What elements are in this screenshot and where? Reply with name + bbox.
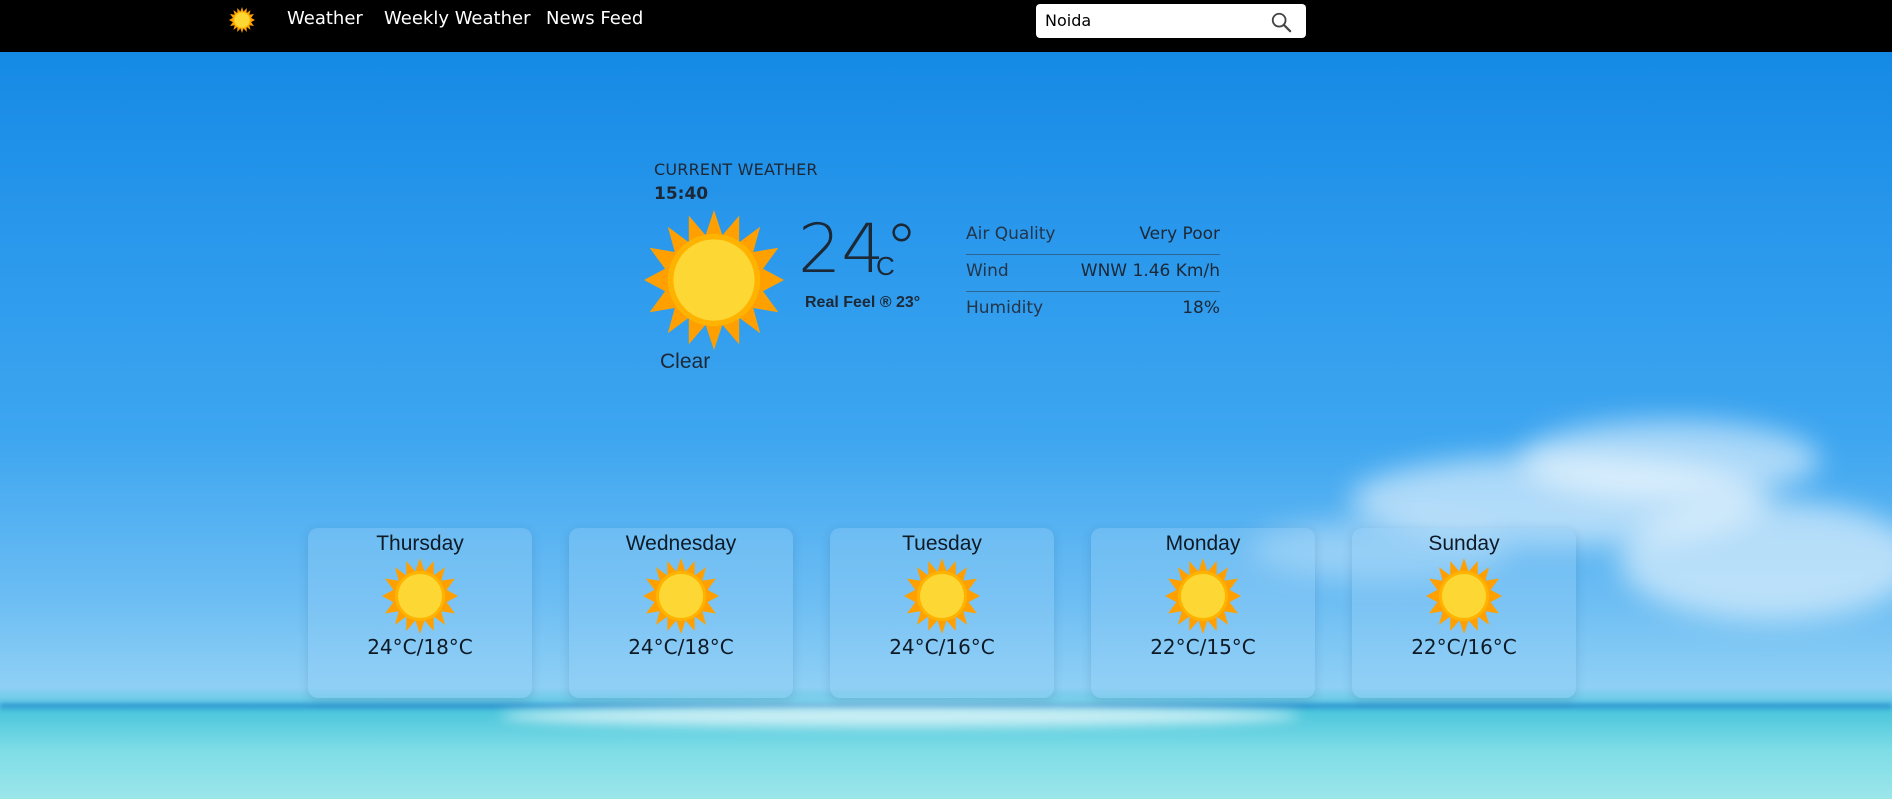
cloud — [1520, 420, 1820, 500]
forecast-day: Thursday — [376, 532, 464, 555]
forecast-card-tuesday[interactable]: Tuesday 24°C/16°C — [830, 528, 1054, 698]
forecast-day: Tuesday — [902, 532, 982, 555]
real-feel: Real Feel ® 23° — [805, 294, 921, 311]
current-time: 15:40 — [654, 184, 709, 204]
sun-logo-icon[interactable] — [229, 7, 255, 33]
city-search-input[interactable] — [1045, 9, 1265, 31]
forecast-temp-range: 24°C/16°C — [889, 635, 995, 659]
nav-news-feed-link[interactable]: News Feed — [546, 8, 643, 29]
current-temperature: 24° — [798, 210, 919, 289]
detail-value: WNW 1.46 Km/h — [1080, 261, 1220, 281]
sun-icon — [382, 558, 458, 634]
detail-row-air-quality: Air Quality Very Poor — [966, 218, 1220, 255]
detail-row-wind: Wind WNW 1.46 Km/h — [966, 255, 1220, 292]
weather-condition: Clear — [660, 350, 711, 373]
forecast-card-wednesday[interactable]: Wednesday 24°C/18°C — [569, 528, 793, 698]
forecast-day: Sunday — [1428, 532, 1500, 555]
sun-icon — [643, 558, 719, 634]
detail-label: Wind — [966, 261, 1009, 281]
sun-icon — [1426, 558, 1502, 634]
detail-value: Very Poor — [1139, 224, 1220, 244]
search-icon[interactable] — [1270, 11, 1292, 33]
top-navbar: Weather Weekly Weather News Feed — [0, 0, 1892, 52]
sun-icon — [1165, 558, 1241, 634]
forecast-temp-range: 22°C/16°C — [1411, 635, 1517, 659]
search-box — [1036, 4, 1306, 38]
forecast-temp-range: 22°C/15°C — [1150, 635, 1256, 659]
temperature-unit: C — [876, 251, 895, 281]
cloud — [1620, 500, 1892, 620]
sandbar — [500, 705, 1300, 727]
detail-label: Air Quality — [966, 224, 1056, 244]
sun-icon — [904, 558, 980, 634]
detail-value: 18% — [1182, 298, 1220, 318]
forecast-temp-range: 24°C/18°C — [628, 635, 734, 659]
current-weather-label: CURRENT WEATHER — [654, 160, 818, 179]
nav-weather-link[interactable]: Weather — [287, 8, 363, 29]
forecast-day: Wednesday — [625, 532, 737, 555]
detail-row-humidity: Humidity 18% — [966, 292, 1220, 328]
forecast-temp-range: 24°C/18°C — [367, 635, 473, 659]
forecast-card-sunday[interactable]: Sunday 22°C/16°C — [1352, 528, 1576, 698]
detail-label: Humidity — [966, 298, 1044, 318]
weather-details: Air Quality Very Poor Wind WNW 1.46 Km/h… — [966, 218, 1220, 328]
forecast-card-monday[interactable]: Monday 22°C/15°C — [1091, 528, 1315, 698]
forecast-card-thursday[interactable]: Thursday 24°C/18°C — [308, 528, 532, 698]
forecast-day: Monday — [1165, 532, 1241, 555]
sun-icon — [644, 210, 784, 350]
current-weather-panel: CURRENT WEATHER 15:40 Clear 24° C Real F… — [654, 158, 1254, 388]
nav-weekly-weather-link[interactable]: Weekly Weather — [384, 8, 530, 29]
